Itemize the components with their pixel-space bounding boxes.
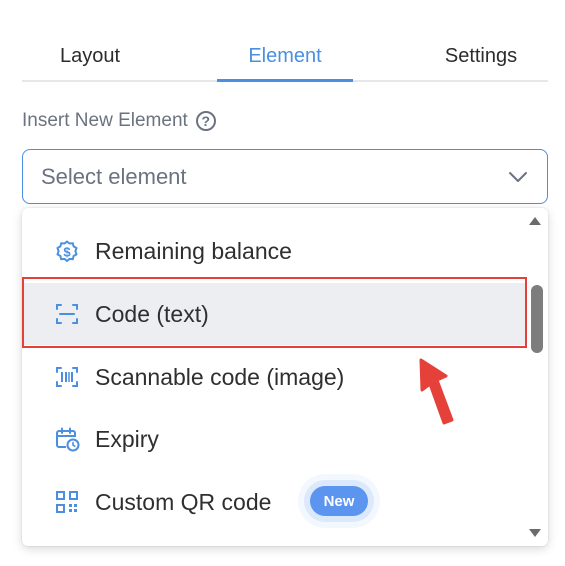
element-select-placeholder: Select element [41, 163, 187, 189]
scrollbar-thumb[interactable] [531, 285, 543, 353]
list-item-label: Remaining balance [95, 237, 292, 264]
insert-element-label: Insert New Element ? [22, 108, 216, 134]
barcode-scan-icon [52, 362, 82, 392]
qr-code-icon [52, 487, 82, 517]
tab-layout-label: Layout [59, 44, 121, 67]
scroll-down-arrow-icon[interactable] [528, 528, 542, 538]
svg-text:$: $ [63, 245, 71, 260]
insert-element-label-text: Insert New Element [22, 110, 188, 131]
element-select[interactable]: Select element [22, 149, 548, 204]
list-item-code-text[interactable]: Code (text) [22, 283, 526, 345]
list-item-remaining-balance[interactable]: $ Remaining balance [22, 220, 526, 282]
code-text-icon [52, 299, 82, 329]
tab-settings[interactable]: Settings [414, 30, 548, 82]
scroll-up-arrow-icon[interactable] [528, 216, 542, 226]
list-item-label: Expiry [95, 425, 159, 452]
dollar-circle-icon: $ [52, 236, 82, 266]
new-badge: New [310, 486, 368, 516]
element-dropdown-list: $ Remaining balance Code (text) Scannabl… [22, 208, 548, 546]
tab-bar: Layout Element Settings [22, 30, 548, 82]
tab-layout[interactable]: Layout [22, 30, 158, 82]
help-icon[interactable]: ? [195, 111, 216, 131]
list-item-label: Code (text) [95, 300, 209, 327]
tab-element-label: Element [248, 44, 322, 67]
list-item-custom-qr-code[interactable]: Custom QR code New [22, 471, 526, 533]
tab-settings-label: Settings [444, 44, 518, 67]
chevron-down-icon [509, 172, 527, 182]
list-item-label: Custom QR code [95, 488, 272, 515]
calendar-clock-icon [52, 424, 82, 454]
list-item-label: Scannable code (image) [95, 363, 345, 390]
tab-element[interactable]: Element [217, 30, 353, 82]
red-arrow-icon [419, 358, 454, 425]
tab-active-indicator [217, 79, 353, 82]
